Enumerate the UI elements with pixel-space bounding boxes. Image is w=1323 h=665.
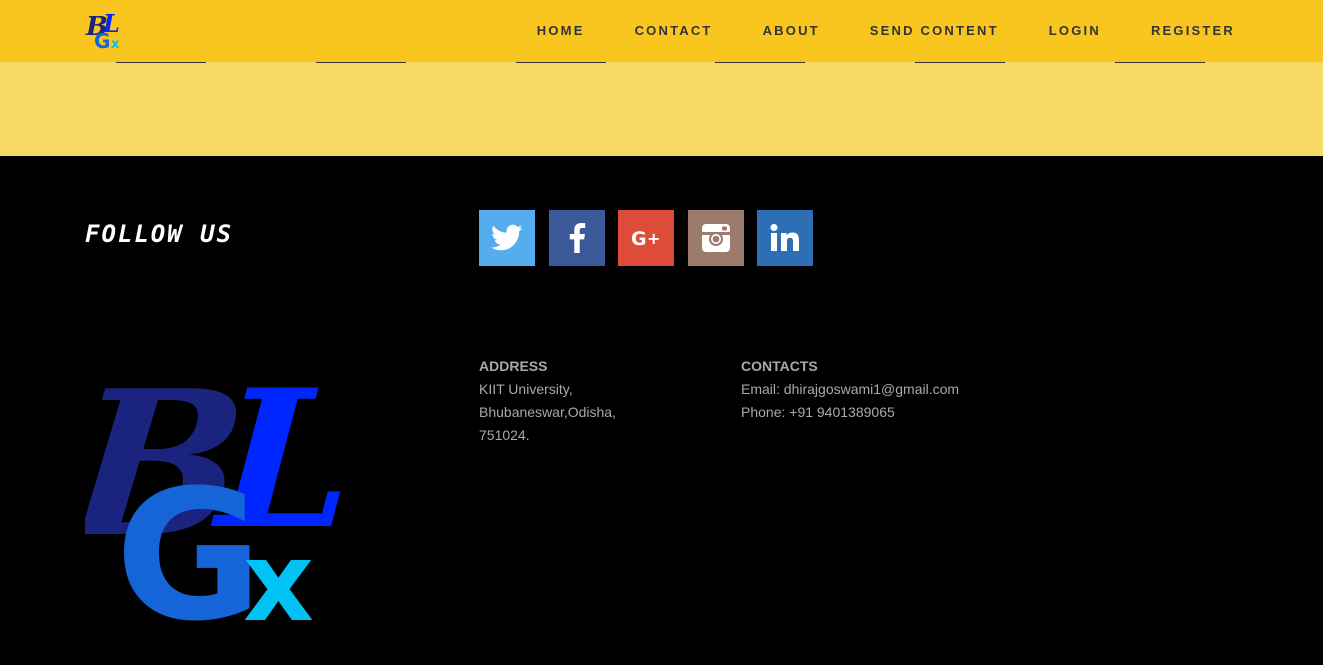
svg-text:x: x [111,37,120,52]
divider-line [516,62,606,63]
svg-text:G: G [631,228,647,249]
svg-text:G: G [115,452,263,624]
twitter-icon [491,224,523,252]
divider-line [316,62,406,63]
contact-phone[interactable]: Phone: +91 9401389065 [741,401,1001,424]
address-line: 751024. [479,427,530,443]
instagram-link[interactable] [687,210,744,266]
footer-logo: B L G x [85,356,343,624]
address-heading: ADDRESS [479,358,548,374]
divider-line [1115,62,1205,63]
google-plus-link[interactable]: G + [618,210,674,266]
linkedin-icon [769,223,801,253]
instagram-icon [701,223,731,253]
nav-contact[interactable]: CONTACT [635,0,713,62]
nav-home[interactable]: HOME [537,0,585,62]
site-footer: FOLLOW US G + B L G x ADDRESS KIIT Unive… [0,156,1323,665]
nav-send-content[interactable]: SEND CONTENT [870,0,999,62]
divider-line [915,62,1005,63]
divider-line [715,62,805,63]
nav-about[interactable]: ABOUT [763,0,820,62]
site-logo[interactable]: B L G x [84,8,128,52]
contact-email[interactable]: Email: dhirajgoswami1@gmail.com [741,378,1001,401]
svg-text:+: + [647,229,660,248]
svg-text:G: G [94,29,110,52]
follow-us-heading: FOLLOW US [85,220,234,248]
facebook-icon [568,223,586,253]
yellow-band [0,62,1323,156]
twitter-link[interactable] [479,210,535,266]
facebook-link[interactable] [548,210,605,266]
google-plus-icon: G + [630,227,662,249]
social-links: G + [479,210,827,266]
contacts-heading: CONTACTS [741,358,818,374]
main-nav: HOME CONTACT ABOUT SEND CONTENT LOGIN RE… [487,0,1235,62]
svg-text:x: x [243,518,314,624]
nav-register[interactable]: REGISTER [1151,0,1235,62]
divider-line [116,62,206,63]
nav-login[interactable]: LOGIN [1049,0,1101,62]
top-navbar: B L G x HOME CONTACT ABOUT SEND CONTENT … [0,0,1323,62]
address-block: ADDRESS KIIT University, Bhubaneswar,Odi… [479,355,659,447]
linkedin-link[interactable] [757,210,813,266]
address-line: KIIT University, [479,381,573,397]
address-line: Bhubaneswar,Odisha, [479,404,616,420]
contacts-block: CONTACTS Email: dhirajgoswami1@gmail.com… [741,355,1001,424]
